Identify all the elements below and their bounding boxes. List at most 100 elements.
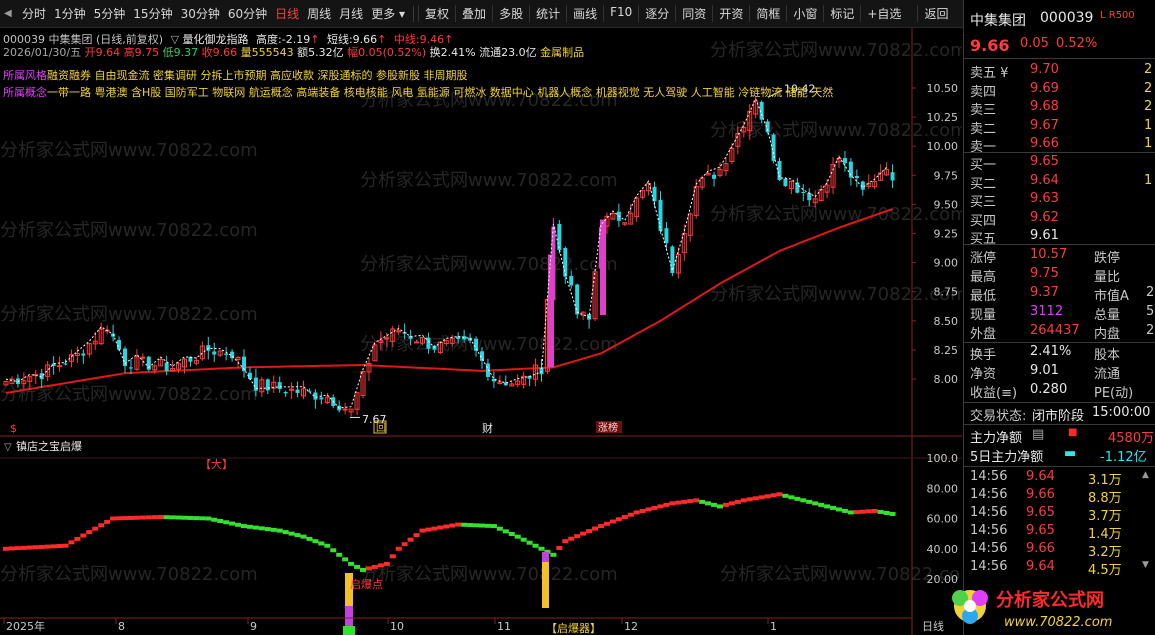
sub-step-mark bbox=[14, 546, 21, 551]
toolbar-button-13[interactable]: 返回 bbox=[917, 5, 954, 22]
tick-time: 14:56 bbox=[970, 523, 1008, 538]
period-tab-2[interactable]: 5分钟 bbox=[90, 5, 130, 22]
launch-bar bbox=[343, 626, 355, 635]
turnover-value: 换2.41% bbox=[429, 46, 476, 59]
sub-step-mark bbox=[20, 545, 27, 550]
period-tab-4[interactable]: 30分钟 bbox=[177, 5, 224, 22]
toolbar-button-4[interactable]: 画线 bbox=[566, 5, 603, 22]
sub-step-mark bbox=[377, 563, 384, 568]
tick-volume: 3.2万 bbox=[1088, 545, 1122, 560]
tick-price: 9.64 bbox=[1026, 469, 1055, 484]
sub-step-mark bbox=[270, 527, 277, 532]
toolbar-button-1[interactable]: 叠加 bbox=[455, 5, 492, 22]
toolbar-button-6[interactable]: 逐分 bbox=[638, 5, 675, 22]
sub-step-mark bbox=[395, 546, 402, 551]
x-axis-right-label: 日线 bbox=[922, 619, 944, 633]
period-tab-8[interactable]: 月线 bbox=[335, 5, 367, 22]
candle-body bbox=[801, 191, 806, 193]
tick-time: 14:56 bbox=[970, 541, 1008, 556]
bid-label: 买三 bbox=[970, 195, 997, 210]
tick-price: 9.65 bbox=[1026, 505, 1055, 520]
sub-step-mark bbox=[467, 523, 474, 528]
sub-step-mark bbox=[407, 537, 414, 542]
sub-tick-label: 100.0 bbox=[927, 452, 959, 465]
toolbar-button-9[interactable]: 简框 bbox=[749, 5, 786, 22]
ask-price: 9.66 bbox=[1030, 136, 1059, 151]
tick-time: 14:56 bbox=[970, 559, 1008, 574]
kline-chart[interactable]: 分析家公式网www.70822.com 分析家公式网www.70822.com 分析… bbox=[0, 28, 962, 635]
x-axis-label: 9 bbox=[250, 620, 257, 633]
sub-step-mark bbox=[806, 499, 813, 504]
period-tab-5[interactable]: 60分钟 bbox=[224, 5, 271, 22]
toolbar-button-7[interactable]: 同资 bbox=[675, 5, 712, 22]
volume-value: 量555543 bbox=[240, 46, 294, 59]
sub-step-mark bbox=[556, 545, 563, 550]
tick-volume: 1.4万 bbox=[1088, 527, 1122, 542]
sub-step-mark bbox=[300, 534, 307, 539]
style-label: 所属风格 bbox=[3, 69, 47, 82]
chart-area[interactable]: 分析家公式网www.70822.com 分析家公式网www.70822.com 分析… bbox=[0, 28, 962, 635]
collapse-arrow-icon[interactable]: ◀ bbox=[4, 8, 18, 19]
candle-body bbox=[164, 362, 169, 371]
watermark-text: 分析家公式网www.70822.com bbox=[710, 40, 962, 61]
sub-step-mark bbox=[342, 557, 349, 562]
period-tab-0[interactable]: 分时 bbox=[18, 5, 50, 22]
candle-body bbox=[563, 248, 568, 277]
sub-step-mark bbox=[693, 498, 700, 503]
trade-state: 闭市阶段 bbox=[1032, 409, 1085, 424]
bid-row: 买二 9.64 1 bbox=[970, 173, 1155, 192]
stat-row: 最高 9.75 量比 bbox=[970, 266, 1155, 285]
sub-step-mark bbox=[859, 509, 866, 514]
sub-step-mark bbox=[86, 530, 93, 535]
sub-step-mark bbox=[50, 544, 57, 549]
panel-divider bbox=[964, 466, 1155, 467]
toolbar-button-5[interactable]: F10 bbox=[603, 5, 638, 22]
toolbar-button-0[interactable]: 复权 bbox=[418, 5, 455, 22]
sub-step-mark bbox=[449, 523, 456, 528]
stat-row: 收益(≡) 0.280 PE(动) bbox=[970, 382, 1155, 401]
period-tab-1[interactable]: 1分钟 bbox=[50, 5, 90, 22]
scroll-down-icon[interactable]: ▼ bbox=[1142, 560, 1149, 570]
toolbar-button-12[interactable]: +自选 bbox=[860, 5, 907, 22]
candle-body bbox=[658, 199, 663, 231]
sub-step-mark bbox=[538, 546, 545, 551]
price-change: 0.05 bbox=[1020, 36, 1049, 51]
sub-step-mark bbox=[187, 515, 194, 520]
toolbar-button-2[interactable]: 多股 bbox=[492, 5, 529, 22]
logo-text: 分析家公式网 bbox=[996, 589, 1104, 611]
candle-body bbox=[712, 174, 717, 179]
candle-body bbox=[783, 178, 788, 187]
toolbar-button-8[interactable]: 开资 bbox=[712, 5, 749, 22]
sub-step-mark bbox=[3, 546, 9, 551]
toolbar-button-10[interactable]: 小窗 bbox=[786, 5, 823, 22]
period-tab-3[interactable]: 15分钟 bbox=[129, 5, 176, 22]
sub-step-mark bbox=[776, 492, 783, 497]
scroll-up-icon[interactable]: ▲ bbox=[1142, 470, 1149, 480]
sub-step-mark bbox=[883, 510, 890, 515]
sub-step-mark bbox=[241, 524, 247, 529]
sub-step-mark bbox=[645, 507, 652, 512]
sub-step-mark bbox=[312, 539, 319, 544]
trade-time: 15:00:00 bbox=[1092, 405, 1151, 420]
toolbar-button-11[interactable]: 标记 bbox=[823, 5, 860, 22]
stat-row: 现量 3112 总量 5 bbox=[970, 304, 1155, 323]
sub-step-mark bbox=[764, 494, 771, 499]
period-tab-6[interactable]: 日线 bbox=[271, 5, 303, 22]
ask-row: 卖五 ¥ 9.70 2 bbox=[970, 62, 1155, 81]
period-tab-7[interactable]: 周线 bbox=[303, 5, 335, 22]
price-tick-label: 8.00 bbox=[934, 373, 959, 386]
launch-bar bbox=[345, 606, 353, 626]
toolbar-button-3[interactable]: 统计 bbox=[529, 5, 566, 22]
period-tab-9[interactable]: 更多 ▾ bbox=[367, 5, 409, 22]
sub-step-mark bbox=[56, 544, 63, 549]
bid-price: 9.63 bbox=[1030, 191, 1059, 206]
concept-line: 所属概念一带一路 粤港澳 含H股 国防军工 物联网 航运概念 高端装备 核电核能… bbox=[3, 84, 833, 100]
sub-step-mark bbox=[746, 497, 753, 502]
sub-step-mark bbox=[705, 501, 712, 506]
tick-volume: 3.7万 bbox=[1088, 509, 1122, 524]
stat-row: 最低 9.37 市值A 2 bbox=[970, 285, 1155, 304]
sub-step-mark bbox=[520, 537, 527, 542]
sub-step-mark bbox=[288, 531, 295, 536]
tick-time: 14:56 bbox=[970, 487, 1008, 502]
sub-step-mark bbox=[437, 525, 444, 530]
